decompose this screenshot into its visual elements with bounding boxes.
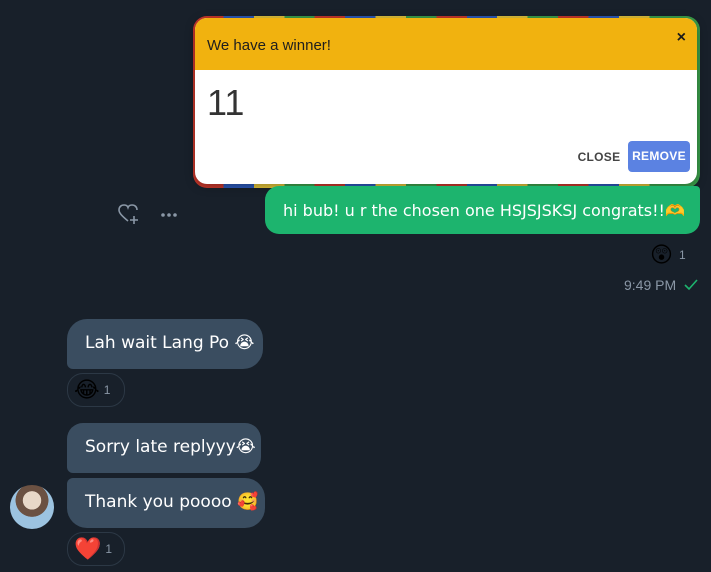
remove-button[interactable]: REMOVE [628, 141, 690, 172]
reaction-pill[interactable]: ❤️ 1 [67, 532, 125, 566]
check-icon [684, 279, 698, 291]
message-timestamp: 9:49 PM [624, 277, 677, 293]
close-button[interactable]: CLOSE [571, 143, 627, 171]
close-icon[interactable]: × [677, 29, 686, 47]
received-message-text: Sorry late replyyy😭 [85, 437, 256, 457]
received-message-bubble[interactable]: Lah wait Lang Po 😭 [67, 319, 263, 369]
received-message-text: Lah wait Lang Po 😭 [85, 333, 255, 353]
received-message-bubble[interactable]: Sorry late replyyy😭 [67, 423, 261, 473]
dialog-header: We have a winner! × [195, 18, 697, 70]
received-message-text: Thank you poooo 🥰 [85, 492, 259, 512]
sent-message-bubble[interactable]: hi bub! u r the chosen one HSJSJSKSJ con… [265, 186, 700, 234]
more-icon[interactable] [159, 205, 179, 225]
sent-reaction[interactable]: 😲 1 [650, 240, 686, 270]
reaction-emoji: 😲 [650, 242, 673, 268]
sent-message-text: hi bub! u r the chosen one HSJSJSKSJ con… [283, 201, 685, 220]
reaction-count: 1 [678, 248, 686, 262]
winner-dialog: We have a winner! × 11 CLOSE REMOVE [195, 18, 697, 184]
reaction-emoji: 😂 [74, 377, 100, 403]
reaction-emoji: ❤️ [74, 536, 102, 562]
reaction-pill[interactable]: 😂 1 [67, 373, 125, 407]
dialog-title: We have a winner! [207, 37, 331, 54]
reaction-count: 1 [105, 542, 113, 556]
heart-add-icon[interactable] [118, 204, 140, 224]
avatar[interactable] [10, 485, 54, 529]
reaction-count: 1 [103, 383, 111, 397]
winner-result: 11 [207, 82, 245, 123]
received-message-bubble[interactable]: Thank you poooo 🥰 [67, 478, 265, 528]
